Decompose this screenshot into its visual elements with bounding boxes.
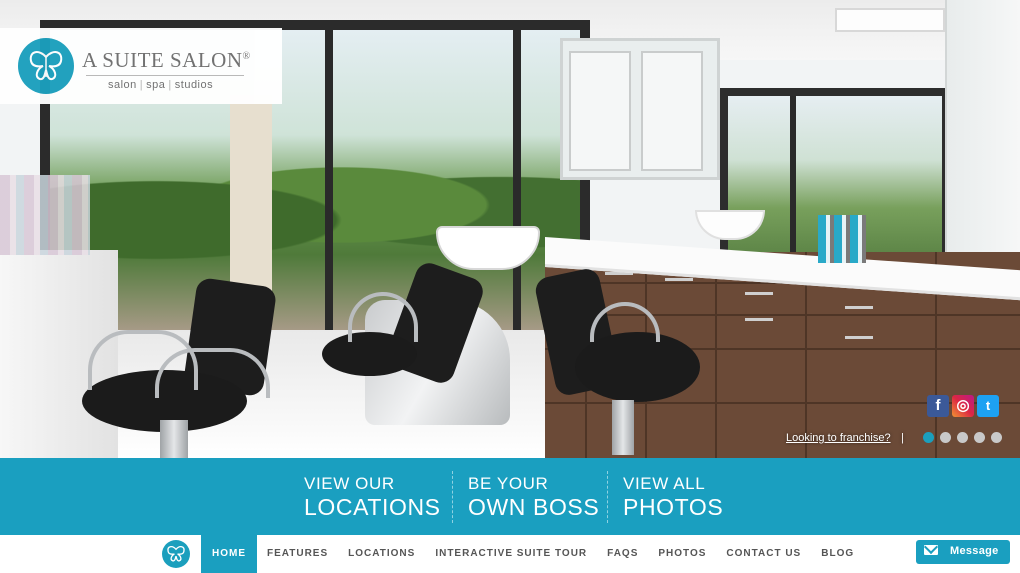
nav-items: HOME FEATURES LOCATIONS INTERACTIVE SUIT… xyxy=(201,535,864,573)
message-label: Message xyxy=(950,545,999,557)
nav-item-contact[interactable]: CONTACT US xyxy=(716,535,811,573)
main-nav: HOME FEATURES LOCATIONS INTERACTIVE SUIT… xyxy=(0,535,1020,573)
view-all-photos-button[interactable]: VIEW ALL PHOTOS xyxy=(623,474,723,520)
nav-item-photos[interactable]: PHOTOS xyxy=(648,535,716,573)
exterior-pillar xyxy=(230,95,272,305)
franchise-link[interactable]: Looking to franchise? xyxy=(786,432,891,444)
drawer-handle xyxy=(745,292,773,295)
window-mullion xyxy=(790,96,796,256)
view-locations-button[interactable]: VIEW OUR LOCATIONS xyxy=(304,474,441,520)
cta-divider xyxy=(607,471,608,523)
slider-dot-2[interactable] xyxy=(940,432,951,443)
nav-item-home[interactable]: HOME xyxy=(201,535,257,573)
cabinet-door xyxy=(569,51,631,171)
slider-dots xyxy=(923,432,1002,443)
slider-dot-4[interactable] xyxy=(974,432,985,443)
brand-logo[interactable]: A SUITE SALON® salon | spa | studios xyxy=(0,28,282,104)
brand-tagline: salon | spa | studios xyxy=(108,79,214,91)
cta-line1: VIEW ALL xyxy=(623,474,706,493)
nav-item-locations[interactable]: LOCATIONS xyxy=(338,535,425,573)
ceiling-light xyxy=(835,8,945,32)
cta-band: VIEW OUR LOCATIONS BE YOUR OWN BOSS VIEW… xyxy=(0,458,1020,535)
product-bottles xyxy=(818,215,866,263)
be-your-own-boss-button[interactable]: BE YOUR OWN BOSS xyxy=(468,474,599,520)
styling-chair-seat xyxy=(575,332,700,402)
twitter-icon[interactable]: t xyxy=(977,395,999,417)
slider-dot-1[interactable] xyxy=(923,432,934,443)
drawer-handle xyxy=(845,336,873,339)
butterfly-icon xyxy=(18,38,74,94)
chair-arm xyxy=(155,348,270,398)
cta-line2: OWN BOSS xyxy=(468,494,600,520)
cta-line1: BE YOUR xyxy=(468,474,549,493)
slider-dot-5[interactable] xyxy=(991,432,1002,443)
slider-dot-3[interactable] xyxy=(957,432,968,443)
drawer-handle xyxy=(665,278,693,281)
chair-pole xyxy=(160,420,188,458)
social-links: f ◎ t xyxy=(927,395,999,417)
nav-item-features[interactable]: FEATURES xyxy=(257,535,338,573)
logo-divider xyxy=(86,75,244,76)
nav-item-faqs[interactable]: FAQS xyxy=(597,535,648,573)
envelope-icon xyxy=(924,545,938,555)
chair-pole xyxy=(612,400,634,455)
cta-line2: PHOTOS xyxy=(623,494,724,520)
facebook-icon[interactable]: f xyxy=(927,395,949,417)
drawer-divider xyxy=(715,252,717,458)
nav-item-blog[interactable]: BLOG xyxy=(811,535,864,573)
cta-divider xyxy=(452,471,453,523)
cta-line1: VIEW OUR xyxy=(304,474,395,493)
product-shelf xyxy=(0,175,90,255)
instagram-icon[interactable]: ◎ xyxy=(952,395,974,417)
franchise-separator: | xyxy=(901,432,904,444)
wall-cabinet xyxy=(560,38,720,180)
butterfly-icon[interactable] xyxy=(162,540,190,568)
drawer-handle xyxy=(845,306,873,309)
cabinet-door xyxy=(641,51,703,171)
brand-name: A SUITE SALON® xyxy=(82,48,251,72)
nav-item-suite-tour[interactable]: INTERACTIVE SUITE TOUR xyxy=(425,535,597,573)
drawer-handle xyxy=(745,318,773,321)
cta-line2: LOCATIONS xyxy=(304,494,441,520)
message-button[interactable]: Message xyxy=(916,540,1010,564)
